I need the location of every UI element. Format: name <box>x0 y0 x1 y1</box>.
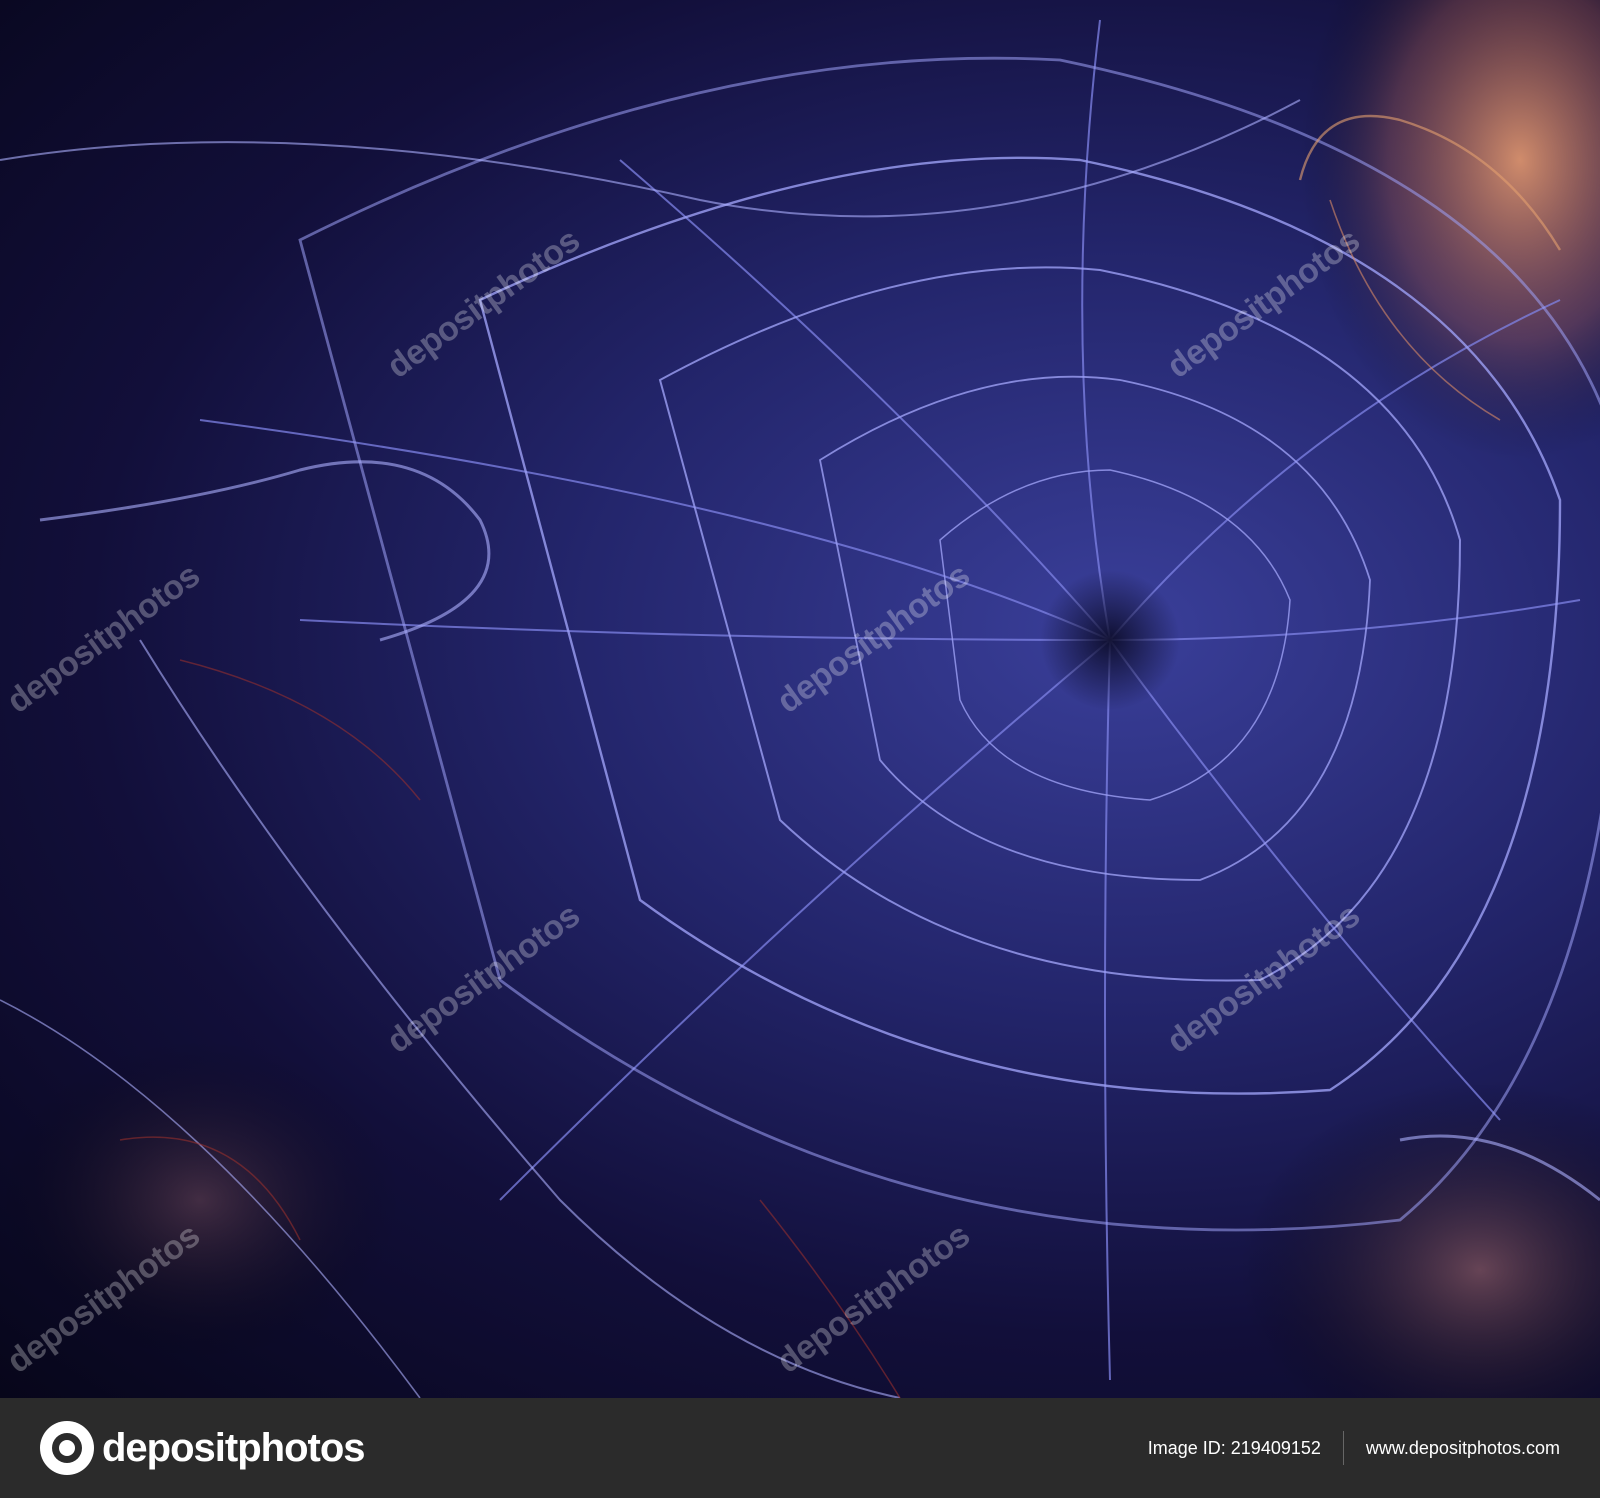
brand-logo[interactable]: depositphotos <box>40 1421 366 1475</box>
orange-glow-top-right <box>1300 0 1600 460</box>
image-id: Image ID: 219409152 <box>1147 1437 1321 1458</box>
brown-glow-bottom-right <box>1240 1080 1600 1398</box>
fractal-artwork: depositphotos depositphotos depositphoto… <box>0 0 1600 1398</box>
site-url-link[interactable]: www.depositphotos.com <box>1366 1438 1560 1459</box>
footer-bar: depositphotos Image ID: 219409152 www.de… <box>0 1398 1600 1498</box>
brand-name: depositphotos <box>102 1425 366 1470</box>
red-glow-left <box>0 1040 400 1360</box>
meta-divider <box>1342 1431 1344 1465</box>
web-center <box>1040 570 1180 710</box>
image-meta: Image ID: 219409152 www.depositphotos.co… <box>1148 1431 1560 1465</box>
page: depositphotos depositphotos depositphoto… <box>0 0 1600 1498</box>
fractal-web-graphic <box>0 0 1600 1398</box>
depositphotos-logo-icon <box>40 1421 94 1475</box>
